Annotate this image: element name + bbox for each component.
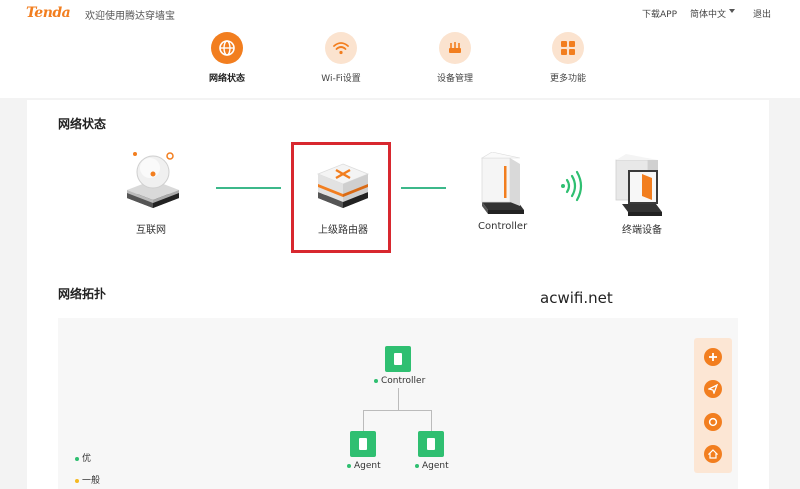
topology-line (398, 388, 399, 410)
download-app-link[interactable]: 下载APP (642, 7, 677, 20)
wireless-signal-icon (557, 170, 587, 206)
controller-tower-icon (480, 151, 524, 214)
chevron-down-icon[interactable] (729, 9, 735, 13)
node-device-icon (394, 353, 402, 365)
main-nav: 网络状态 Wi-Fi设置 设备管理 更多功能 (0, 26, 800, 98)
top-bar: Tenda 欢迎使用腾达穿墙宝 下载APP 简体中文 退出 (0, 0, 800, 26)
agent-node[interactable] (418, 431, 444, 457)
watermark: acwifi.net (540, 289, 613, 307)
nav-label: Wi-Fi设置 (321, 74, 361, 84)
home-icon[interactable] (704, 445, 722, 463)
nav-more-functions[interactable]: 更多功能 (533, 32, 603, 84)
agent-node[interactable] (350, 431, 376, 457)
legend-good: 优 (75, 451, 91, 464)
link-line (401, 187, 446, 189)
controller-label: Controller (478, 221, 528, 232)
grid-icon (552, 32, 584, 64)
topology-line (363, 410, 364, 431)
network-status-title: 网络状态 (58, 117, 107, 131)
legend-normal: 一般 (75, 473, 100, 486)
topology-line (363, 410, 432, 411)
router-icon (439, 32, 471, 64)
nav-label: 设备管理 (436, 74, 473, 84)
nav-device-management[interactable]: 设备管理 (420, 32, 490, 84)
add-icon[interactable] (704, 348, 722, 366)
topology-title: 网络拓扑 (58, 287, 107, 301)
nav-network-status[interactable]: 网络状态 (192, 32, 262, 84)
topology-toolbar (694, 338, 732, 473)
terminal-device[interactable] (612, 152, 668, 222)
controller-node[interactable] (385, 346, 411, 372)
node-device-icon (427, 438, 435, 450)
internet-device[interactable] (125, 148, 181, 218)
link-line (216, 187, 281, 189)
agent-node-label: Agent (415, 461, 449, 471)
send-icon[interactable] (704, 380, 722, 398)
nav-label: 更多功能 (549, 74, 586, 84)
nav-wifi-settings[interactable]: Wi-Fi设置 (306, 32, 376, 84)
terminal-device-icon (615, 154, 662, 216)
topology-line (431, 410, 432, 431)
internet-label: 互联网 (136, 225, 166, 236)
wifi-icon (325, 32, 357, 64)
refresh-icon[interactable] (704, 413, 722, 431)
internet-globe-icon (127, 152, 179, 208)
controller-device[interactable] (478, 151, 526, 220)
nav-label: 网络状态 (208, 74, 245, 84)
agent-node-label: Agent (347, 461, 381, 471)
highlight-box (291, 142, 391, 253)
controller-node-label: Controller (374, 376, 425, 386)
globe-icon (211, 32, 243, 64)
logout-link[interactable]: 退出 (753, 7, 771, 20)
welcome-text: 欢迎使用腾达穿墙宝 (85, 11, 175, 22)
tenda-logo: Tenda (26, 5, 71, 21)
terminal-label: 终端设备 (622, 225, 662, 236)
node-device-icon (359, 438, 367, 450)
language-select[interactable]: 简体中文 (690, 7, 726, 20)
